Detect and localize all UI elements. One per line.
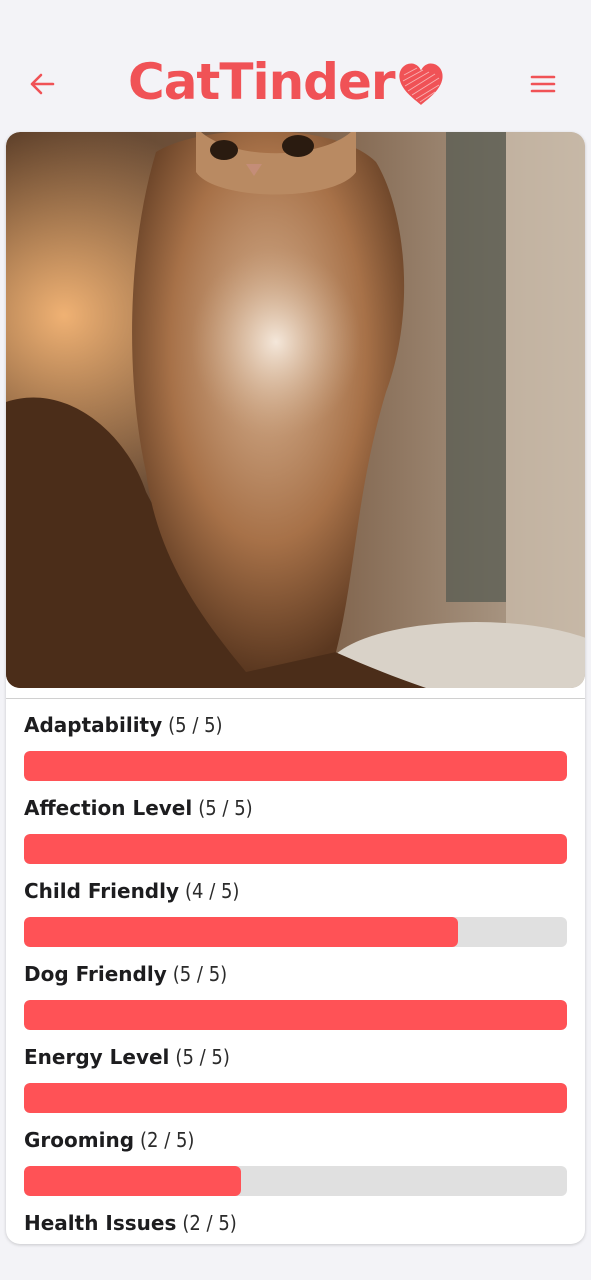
stat-score: (5 / 5) [198, 796, 253, 820]
cat-photo[interactable] [6, 132, 585, 688]
stat-score: (5 / 5) [175, 1045, 230, 1069]
stat-label: Health Issues (2 / 5) [24, 1205, 567, 1241]
stat-grooming: Grooming (2 / 5) [24, 1122, 567, 1205]
stat-name: Affection Level [24, 796, 193, 820]
stat-child-friendly: Child Friendly (4 / 5) [24, 873, 567, 956]
stat-label: Child Friendly (4 / 5) [24, 873, 567, 909]
breed-stats-list: Adaptability (5 / 5) Affection Level (5 … [24, 707, 567, 1244]
stat-bar-fill [24, 917, 459, 947]
stat-name: Adaptability [24, 713, 163, 737]
stat-bar-track [24, 1000, 567, 1030]
stat-adaptability: Adaptability (5 / 5) [24, 707, 567, 790]
stat-health-issues: Health Issues (2 / 5) [24, 1205, 567, 1244]
stat-bar-fill [24, 751, 567, 781]
divider [6, 698, 585, 699]
stat-label: Energy Level (5 / 5) [24, 1039, 567, 1075]
back-button[interactable] [22, 64, 62, 104]
cat-profile-card: Adaptability (5 / 5) Affection Level (5 … [6, 132, 585, 1244]
arrow-left-icon [30, 73, 55, 95]
stat-score: (4 / 5) [185, 879, 240, 903]
stat-label: Affection Level (5 / 5) [24, 790, 567, 826]
stat-label: Adaptability (5 / 5) [24, 707, 567, 743]
stat-name: Health Issues [24, 1211, 177, 1235]
stat-score: (5 / 5) [168, 713, 223, 737]
stat-bar-fill [24, 1166, 242, 1196]
stat-score: (2 / 5) [140, 1128, 195, 1152]
stat-score: (2 / 5) [182, 1211, 237, 1235]
stat-energy-level: Energy Level (5 / 5) [24, 1039, 567, 1122]
stat-bar-track [24, 834, 567, 864]
stat-bar-track [24, 1083, 567, 1113]
stat-dog-friendly: Dog Friendly (5 / 5) [24, 956, 567, 1039]
stat-affection-level: Affection Level (5 / 5) [24, 790, 567, 873]
stat-name: Grooming [24, 1128, 135, 1152]
stat-bar-fill [24, 1000, 567, 1030]
app-header: CatTinder [0, 0, 591, 130]
menu-button[interactable] [522, 64, 564, 104]
stat-bar-track [24, 917, 567, 947]
stat-score: (5 / 5) [172, 962, 228, 986]
stat-name: Energy Level [24, 1045, 170, 1069]
app-logo: CatTinder [128, 50, 445, 114]
stat-bar-track [24, 751, 567, 781]
stat-name: Dog Friendly [24, 962, 167, 986]
stat-bar-fill [24, 834, 567, 864]
stat-bar-track [24, 1166, 567, 1196]
stat-name: Child Friendly [24, 879, 180, 903]
stat-bar-fill [24, 1083, 567, 1113]
hamburger-menu-icon [530, 75, 556, 93]
heart-icon [398, 63, 443, 105]
stat-label: Dog Friendly (5 / 5) [24, 956, 567, 992]
stat-label: Grooming (2 / 5) [24, 1122, 567, 1158]
logo-text: CatTinder [128, 53, 396, 111]
